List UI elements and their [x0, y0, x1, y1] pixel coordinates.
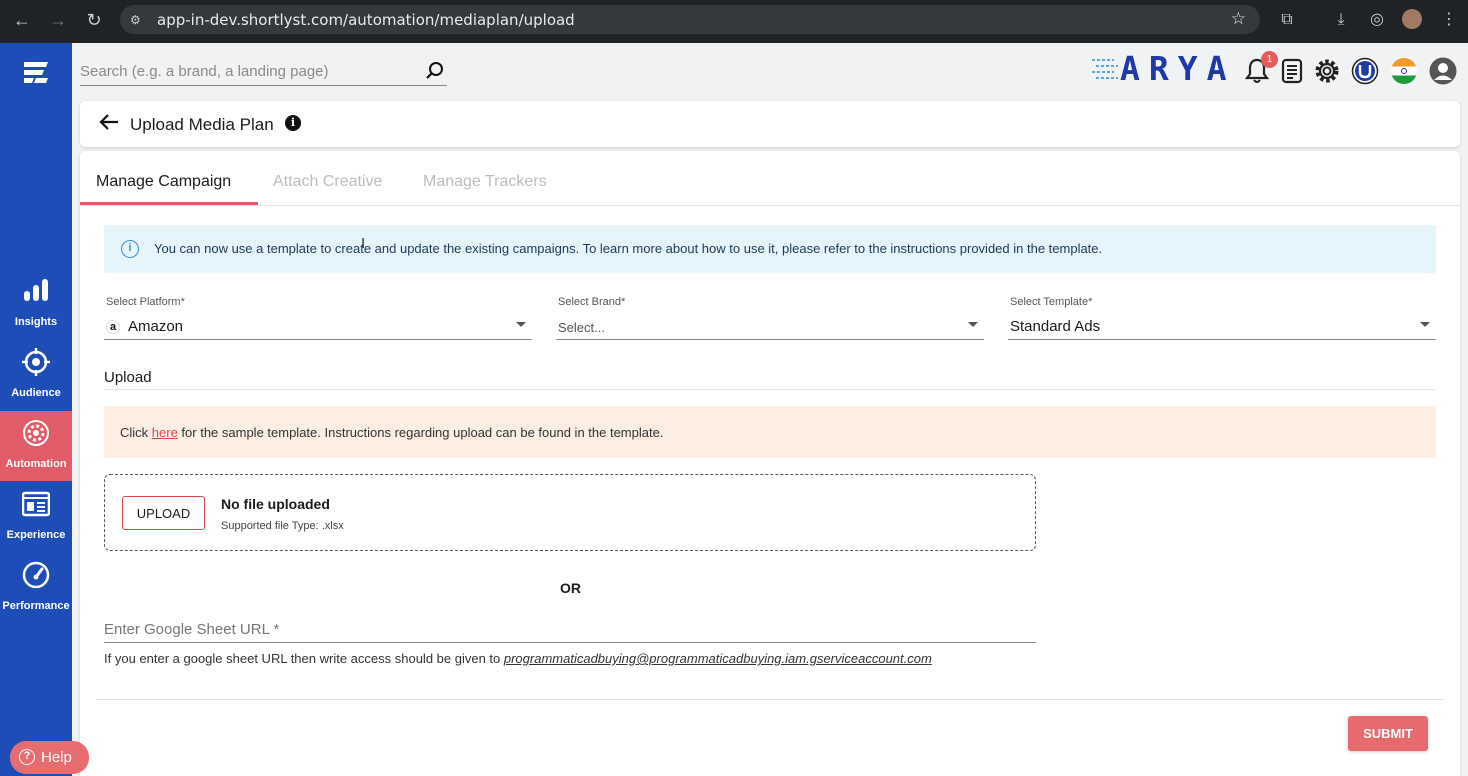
- sidebar-item-label: Experience: [6, 529, 66, 541]
- browser-toolbar: ← → ↻ ⚙ app-in-dev.shortlyst.com/automat…: [0, 0, 1468, 43]
- sidebar-item-insights[interactable]: Insights: [0, 269, 72, 339]
- divider: [96, 699, 1444, 700]
- upload-button[interactable]: UPLOAD: [122, 496, 205, 530]
- brand-logo-icon[interactable]: [1351, 57, 1379, 85]
- sidebar-item-label: Performance: [2, 600, 70, 612]
- address-bar[interactable]: ⚙ app-in-dev.shortlyst.com/automation/me…: [120, 5, 1260, 34]
- info-banner: i You can now use a template to create a…: [104, 225, 1436, 273]
- submit-button[interactable]: SUBMIT: [1348, 716, 1428, 751]
- service-account-email: programmaticadbuying@programmaticadbuyin…: [503, 651, 932, 666]
- help-label: Help: [41, 749, 72, 766]
- extensions-icon[interactable]: ⧉: [1276, 9, 1298, 31]
- global-search: [80, 58, 447, 86]
- brand-select[interactable]: Select Brand* Select...: [556, 296, 984, 340]
- upload-heading: Upload: [104, 369, 152, 386]
- tab-bar: Manage Campaign Attach Creative Manage T…: [80, 151, 1460, 206]
- template-value: Standard Ads: [1010, 318, 1101, 335]
- tab-manage-campaign[interactable]: Manage Campaign: [96, 173, 231, 191]
- back-arrow-icon[interactable]: [98, 111, 120, 133]
- download-icon[interactable]: ⤓: [1330, 9, 1352, 31]
- newspaper-icon: [22, 491, 50, 517]
- arya-logo-icon: [1092, 59, 1118, 79]
- sidebar-item-experience[interactable]: Experience: [0, 482, 72, 552]
- platform-value-text: Amazon: [128, 318, 184, 335]
- chevron-down-icon[interactable]: [516, 322, 526, 327]
- gear-icon: [23, 420, 49, 446]
- supported-file-types: Supported file Type: .xlsx: [221, 520, 344, 532]
- text-cursor-icon: I: [361, 235, 366, 252]
- sidebar: Insights Audience Automation Experience …: [0, 43, 72, 776]
- sample-template-link[interactable]: here: [152, 425, 178, 440]
- upload-status: No file uploaded: [221, 496, 330, 512]
- info-banner-text: You can now use a template to create and…: [154, 241, 1103, 256]
- document-icon[interactable]: [1278, 57, 1306, 85]
- reload-icon[interactable]: ↻: [80, 8, 108, 32]
- tab-attach-creative[interactable]: Attach Creative: [273, 173, 382, 191]
- help-button[interactable]: ? Help: [10, 741, 89, 774]
- chevron-down-icon[interactable]: [968, 322, 978, 327]
- template-notice: Click here for the sample template. Inst…: [104, 406, 1436, 458]
- notice-suffix: for the sample template. Instructions re…: [177, 425, 664, 440]
- settings-gear-icon[interactable]: [1313, 57, 1341, 85]
- app-logo-icon[interactable]: [22, 59, 50, 85]
- bar-chart-icon: [24, 279, 48, 301]
- sidebar-item-label: Insights: [14, 316, 58, 328]
- platform-label: Select Platform*: [106, 296, 185, 308]
- notification-badge: 1: [1261, 51, 1278, 68]
- sidebar-item-audience[interactable]: Audience: [0, 340, 72, 410]
- or-separator: OR: [560, 580, 581, 596]
- template-notice-text: Click here for the sample template. Inst…: [120, 425, 663, 440]
- amazon-icon: a: [106, 320, 120, 334]
- sheet-help-text: If you enter a google sheet URL then wri…: [104, 651, 504, 666]
- sidebar-item-performance[interactable]: Performance: [0, 553, 72, 623]
- search-icon[interactable]: [425, 61, 445, 81]
- india-flag-icon[interactable]: [1390, 57, 1418, 85]
- question-icon: ?: [19, 749, 35, 765]
- url-text[interactable]: app-in-dev.shortlyst.com/automation/medi…: [157, 11, 575, 29]
- user-account-icon[interactable]: [1429, 57, 1457, 85]
- browser-menu-icon[interactable]: ⋮: [1438, 9, 1460, 31]
- page-title: Upload Media Plan: [130, 115, 274, 134]
- arya-logo: ARYA: [1090, 52, 1232, 86]
- active-tab-indicator: [80, 202, 258, 205]
- page-header: Upload Media Plan i: [80, 101, 1460, 147]
- arya-logo-text: ARYA: [1120, 49, 1236, 88]
- sidebar-item-label: Audience: [11, 387, 61, 399]
- brand-label: Select Brand*: [558, 296, 626, 308]
- performance-icon[interactable]: ◎: [1366, 9, 1388, 31]
- back-arrow-icon[interactable]: ←: [8, 8, 36, 32]
- info-icon[interactable]: i: [285, 115, 301, 131]
- main-card: Manage Campaign Attach Creative Manage T…: [80, 151, 1460, 776]
- platform-value: a Amazon: [106, 318, 183, 335]
- google-sheet-url-input[interactable]: [104, 616, 1004, 642]
- bookmark-star-icon[interactable]: ☆: [1231, 9, 1246, 29]
- tab-manage-trackers[interactable]: Manage Trackers: [423, 173, 547, 191]
- brand-placeholder: Select...: [558, 320, 605, 335]
- info-circle-icon: i: [121, 240, 139, 258]
- forward-arrow-icon[interactable]: →: [44, 8, 72, 32]
- site-settings-icon[interactable]: ⚙: [130, 12, 146, 28]
- divider: [104, 389, 1436, 390]
- chevron-down-icon[interactable]: [1420, 322, 1430, 327]
- target-icon: [22, 348, 50, 376]
- template-label: Select Template*: [1010, 296, 1093, 308]
- file-dropzone[interactable]: UPLOAD No file uploaded Supported file T…: [104, 474, 1036, 551]
- google-sheet-field: [104, 616, 1036, 643]
- template-select[interactable]: Select Template* Standard Ads: [1008, 296, 1436, 340]
- google-sheet-help: If you enter a google sheet URL then wri…: [104, 651, 932, 666]
- platform-select[interactable]: Select Platform* a Amazon: [104, 296, 532, 340]
- profile-avatar[interactable]: [1402, 9, 1422, 29]
- search-input[interactable]: [80, 58, 410, 84]
- speedometer-icon: [22, 561, 50, 589]
- sidebar-item-label: Automation: [5, 458, 67, 470]
- sidebar-item-automation[interactable]: Automation: [0, 411, 72, 481]
- notice-prefix: Click: [120, 425, 152, 440]
